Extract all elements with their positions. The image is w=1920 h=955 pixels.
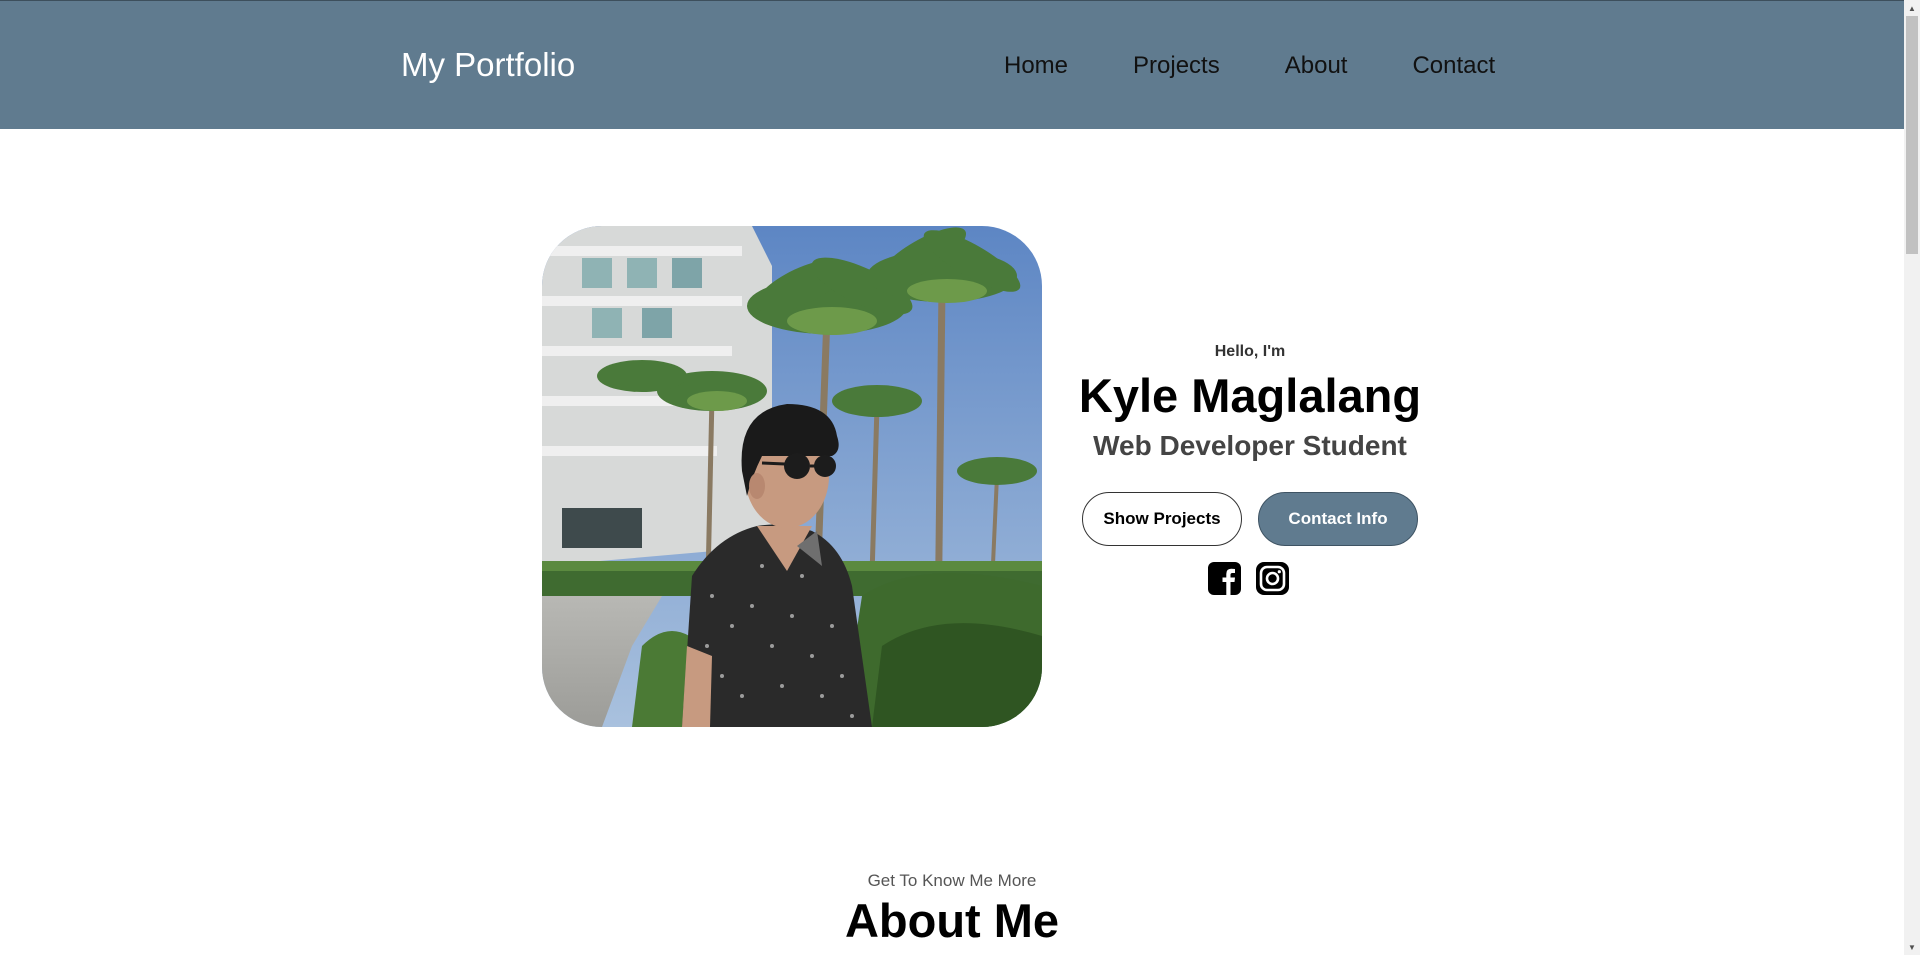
show-projects-button[interactable]: Show Projects [1082,492,1242,546]
about-title: About Me [844,894,1060,947]
page: My Portfolio Home Projects About Contact [0,0,1920,955]
nav-link-projects[interactable]: Projects [1133,49,1220,83]
hero-greeting: Hello, I'm [1214,343,1286,360]
instagram-icon[interactable] [1256,562,1289,595]
scrollbar-thumb[interactable] [1906,16,1918,254]
nav-link-contact[interactable]: Contact [1412,49,1495,83]
scroll-down-icon[interactable]: ▼ [1904,939,1920,955]
hero-name: Kyle Maglalang [1078,369,1422,422]
facebook-icon[interactable] [1208,562,1241,595]
contact-info-button[interactable]: Contact Info [1258,492,1418,546]
vertical-scrollbar[interactable]: ▲ ▼ [1904,0,1920,955]
top-navbar: My Portfolio Home Projects About Contact [0,0,1904,129]
about-subtitle: Get To Know Me More [867,871,1037,890]
hero-intro: Hello, I'm Kyle Maglalang Web Developer … [1050,340,1450,595]
brand-logo-text[interactable]: My Portfolio [401,45,575,85]
profile-photo [542,226,1042,727]
hero-buttons: Show Projects Contact Info [1082,492,1418,546]
scroll-up-icon[interactable]: ▲ [1904,0,1920,16]
nav-link-home[interactable]: Home [1004,49,1068,83]
hero-role: Web Developer Student [1093,430,1407,461]
nav-link-about[interactable]: About [1285,49,1348,83]
social-links [1208,562,1289,595]
nav-links: Home Projects About Contact [1004,49,1495,83]
